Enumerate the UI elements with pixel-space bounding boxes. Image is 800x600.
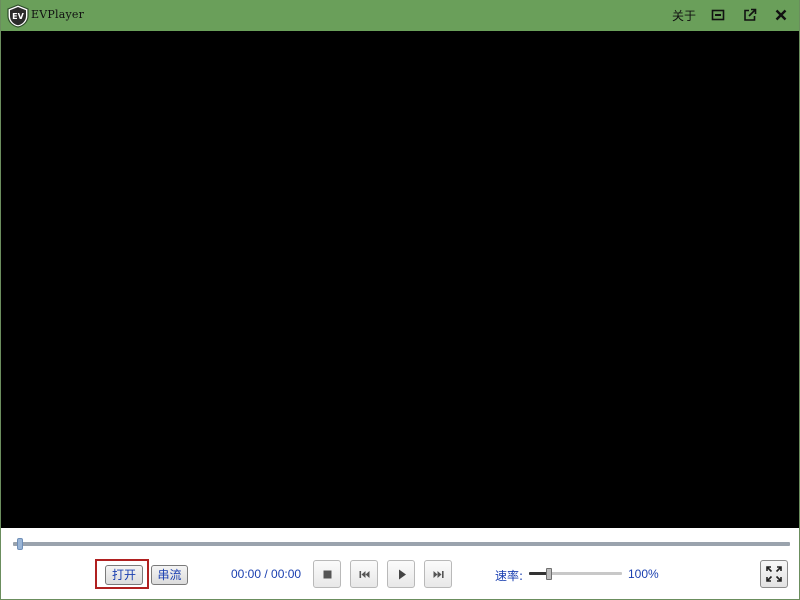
play-icon [399,569,406,580]
speed-slider[interactable] [529,572,622,575]
about-menu-item[interactable]: 关于 [672,7,696,24]
speed-slider-thumb[interactable] [546,568,553,580]
popout-button[interactable] [741,6,759,24]
play-button[interactable] [387,560,415,588]
popout-icon [744,8,757,21]
seek-bar-thumb[interactable] [16,538,23,550]
playback-time: 00:00 / 00:00 [231,567,302,581]
next-button[interactable] [424,560,452,588]
fullscreen-button[interactable] [760,560,788,588]
window-title: EVPlayer [31,8,85,21]
stop-icon [323,570,332,579]
control-panel: 打开 串流 00:00 / 00:00 速率: 100% [1,528,799,599]
player-window: EV EVPlayer 关于 打开 串流 00:00 / 00:00 速率: 1… [0,0,800,600]
stream-button[interactable]: 串流 [151,565,188,585]
minimize-icon [711,9,725,21]
minimize-button[interactable] [709,6,727,24]
speed-label: 速率: [495,569,524,583]
open-file-button[interactable]: 打开 [105,565,143,585]
speed-value: 100% [628,567,659,581]
next-icon [433,571,444,578]
seek-bar[interactable] [13,542,790,546]
video-display-area[interactable] [1,31,799,528]
stop-button[interactable] [313,560,341,588]
previous-icon [359,571,370,578]
fullscreen-icon [766,566,782,582]
close-button[interactable] [772,6,790,24]
previous-button[interactable] [350,560,378,588]
evplayer-logo-icon: EV [7,4,29,28]
title-bar[interactable]: EV EVPlayer 关于 [1,0,799,31]
close-icon [775,9,787,21]
logo-text: EV [12,12,24,21]
